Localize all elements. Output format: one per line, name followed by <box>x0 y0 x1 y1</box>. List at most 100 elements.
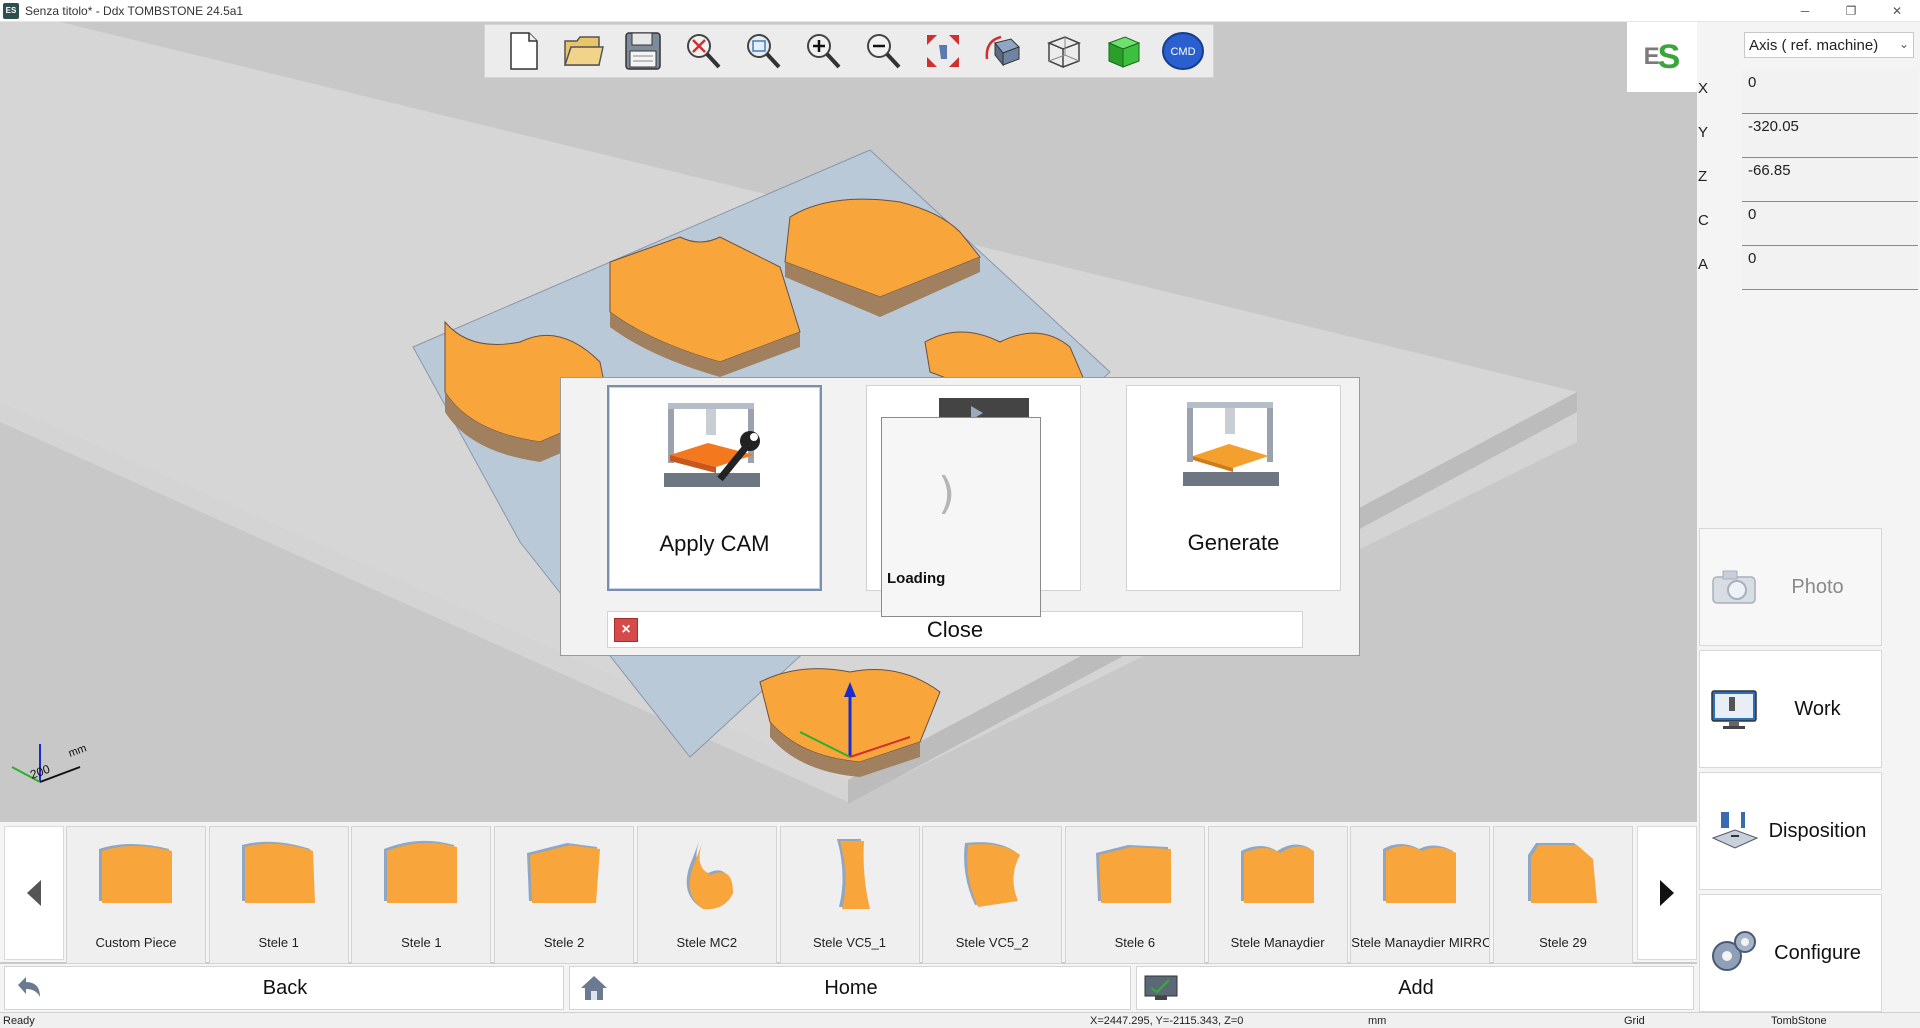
new-document-icon[interactable] <box>493 26 553 76</box>
chevron-down-icon: ⌄ <box>1898 37 1909 51</box>
piece-label: Stele VC5_2 <box>955 935 1029 950</box>
minimize-button[interactable]: ─ <box>1782 0 1828 22</box>
status-app: TombStone <box>1771 1015 1827 1027</box>
piece-thumbnail-icon <box>1528 843 1597 903</box>
photo-button[interactable]: Photo <box>1699 528 1882 646</box>
zoom-in-icon[interactable] <box>793 26 853 76</box>
zoom-window-icon[interactable] <box>733 26 793 76</box>
coord-field-c[interactable]: 0 <box>1742 202 1918 246</box>
app-icon: ES <box>3 2 19 19</box>
generate-card[interactable]: Generate <box>1126 385 1341 591</box>
window-title: Senza titolo* - Ddx TOMBSTONE 24.5a1 <box>25 3 244 18</box>
work-button[interactable]: Work <box>1699 650 1882 768</box>
status-grid: Grid <box>1624 1015 1645 1027</box>
loading-text: Loading <box>887 570 946 587</box>
back-label: Back <box>262 976 308 999</box>
coord-label-a: A <box>1698 256 1709 273</box>
apply-cam-label: Apply CAM <box>659 531 770 556</box>
loading-popup: ) Loading <box>881 417 1041 617</box>
save-icon[interactable] <box>613 26 673 76</box>
piece-item[interactable]: Custom Piece <box>66 826 206 964</box>
solid-view-icon[interactable] <box>1093 26 1153 76</box>
arrow-left-icon <box>27 880 41 906</box>
back-button[interactable]: Back <box>4 966 564 1010</box>
piece-thumbnail-icon <box>384 840 458 903</box>
piece-label: Stele 29 <box>1539 935 1587 950</box>
piece-thumbnail-icon <box>99 844 172 903</box>
configure-button[interactable]: Configure <box>1699 894 1882 1012</box>
window-controls: ─ ❐ ✕ <box>1782 0 1920 22</box>
arrow-right-icon <box>1660 880 1674 906</box>
piece-label: Stele 1 <box>401 935 442 950</box>
axis-reference-select[interactable]: Axis ( ref. machine) ⌄ <box>1744 32 1914 58</box>
disposition-icon <box>1704 801 1764 861</box>
piece-thumbnail-icon <box>241 841 315 903</box>
piece-item[interactable]: Stele VC5_1 <box>779 826 920 964</box>
home-button[interactable]: Home <box>569 966 1131 1010</box>
piece-label: Stele 6 <box>1114 935 1156 950</box>
monitor-icon <box>1704 679 1764 739</box>
coord-field-z[interactable]: -66.85 <box>1742 158 1918 202</box>
app-window: ES Senza titolo* - Ddx TOMBSTONE 24.5a1 … <box>0 0 1920 1028</box>
status-ready: Ready <box>3 1015 35 1027</box>
coord-label-c: C <box>1698 212 1709 229</box>
piece-label: Stele VC5_1 <box>813 935 886 950</box>
piece-thumbnail-icon <box>1383 844 1457 903</box>
close-icon: × <box>614 617 638 642</box>
zoom-extents-icon[interactable] <box>913 26 973 76</box>
piece-item[interactable]: Stele 6 <box>1064 826 1205 964</box>
piece-thumbnail-icon <box>964 842 1021 907</box>
piece-label: Stele 1 <box>258 935 299 950</box>
piece-item[interactable]: Stele 2 <box>494 826 635 964</box>
piece-label: Stele 2 <box>543 935 585 950</box>
restore-button[interactable]: ❐ <box>1828 0 1874 22</box>
back-arrow-icon <box>11 972 47 1004</box>
apply-cam-card[interactable]: Apply CAM <box>607 385 822 591</box>
status-coords: X=2447.295, Y=-2115.343, Z=0 <box>1090 1015 1244 1027</box>
bottom-nav: Back Home Add <box>0 964 1697 1012</box>
piece-item[interactable]: Stele MC2 <box>636 826 777 964</box>
rotate-view-icon[interactable] <box>973 26 1033 76</box>
disposition-label: Disposition <box>1768 819 1867 842</box>
apply-cam-icon <box>663 403 760 487</box>
piece-item[interactable]: Stele 1 <box>208 826 349 964</box>
add-button[interactable]: Add <box>1136 966 1694 1010</box>
zoom-reset-icon[interactable] <box>673 26 733 76</box>
cmd-icon[interactable]: CMD <box>1153 26 1213 76</box>
axis-gizmo-unit: mm <box>67 742 88 760</box>
piece-item[interactable]: Stele 1 <box>351 826 492 964</box>
piece-thumbnail-icon <box>1240 844 1314 903</box>
piece-item[interactable]: Stele 29 <box>1493 826 1633 964</box>
wireframe-view-icon[interactable] <box>1033 26 1093 76</box>
piece-thumbnail-icon <box>686 839 733 910</box>
piece-item[interactable]: Stele Manaydier MIRROR <box>1350 826 1491 964</box>
coord-field-x[interactable]: 0 <box>1742 70 1918 114</box>
coord-field-a[interactable]: 0 <box>1742 246 1918 290</box>
piece-label: Stele Manaydier MIRROR <box>1351 935 1490 950</box>
piece-label: Stele Manaydier <box>1230 935 1325 950</box>
main-toolbar: CMD <box>484 24 1214 78</box>
coord-label-x: X <box>1698 80 1709 97</box>
es-logo: E S <box>1627 22 1697 92</box>
logo-letter-s: S <box>1657 37 1681 76</box>
close-window-button[interactable]: ✕ <box>1874 0 1920 22</box>
home-label: Home <box>824 976 878 999</box>
axis-gizmo: 200 mm <box>11 742 88 783</box>
gears-icon <box>1704 923 1764 983</box>
zoom-out-icon[interactable] <box>853 26 913 76</box>
open-folder-icon[interactable] <box>553 26 613 76</box>
camera-icon <box>1704 557 1764 617</box>
piece-item[interactable]: Stele VC5_2 <box>922 826 1063 964</box>
piece-label: Stele MC2 <box>676 935 738 950</box>
status-unit: mm <box>1368 1015 1387 1027</box>
strip-next-button[interactable] <box>1637 826 1697 960</box>
disposition-button[interactable]: Disposition <box>1699 772 1882 890</box>
coord-field-y[interactable]: -320.05 <box>1742 114 1918 158</box>
strip-prev-button[interactable] <box>4 826 64 960</box>
piece-item[interactable]: Stele Manaydier <box>1207 826 1348 964</box>
axis-reference-value: Axis ( ref. machine) <box>1749 36 1879 54</box>
photo-label: Photo <box>1791 575 1844 598</box>
add-label: Add <box>1398 976 1434 999</box>
status-bar: Ready X=2447.295, Y=-2115.343, Z=0 mm Gr… <box>0 1012 1920 1028</box>
piece-thumbnail-icon <box>836 839 870 909</box>
